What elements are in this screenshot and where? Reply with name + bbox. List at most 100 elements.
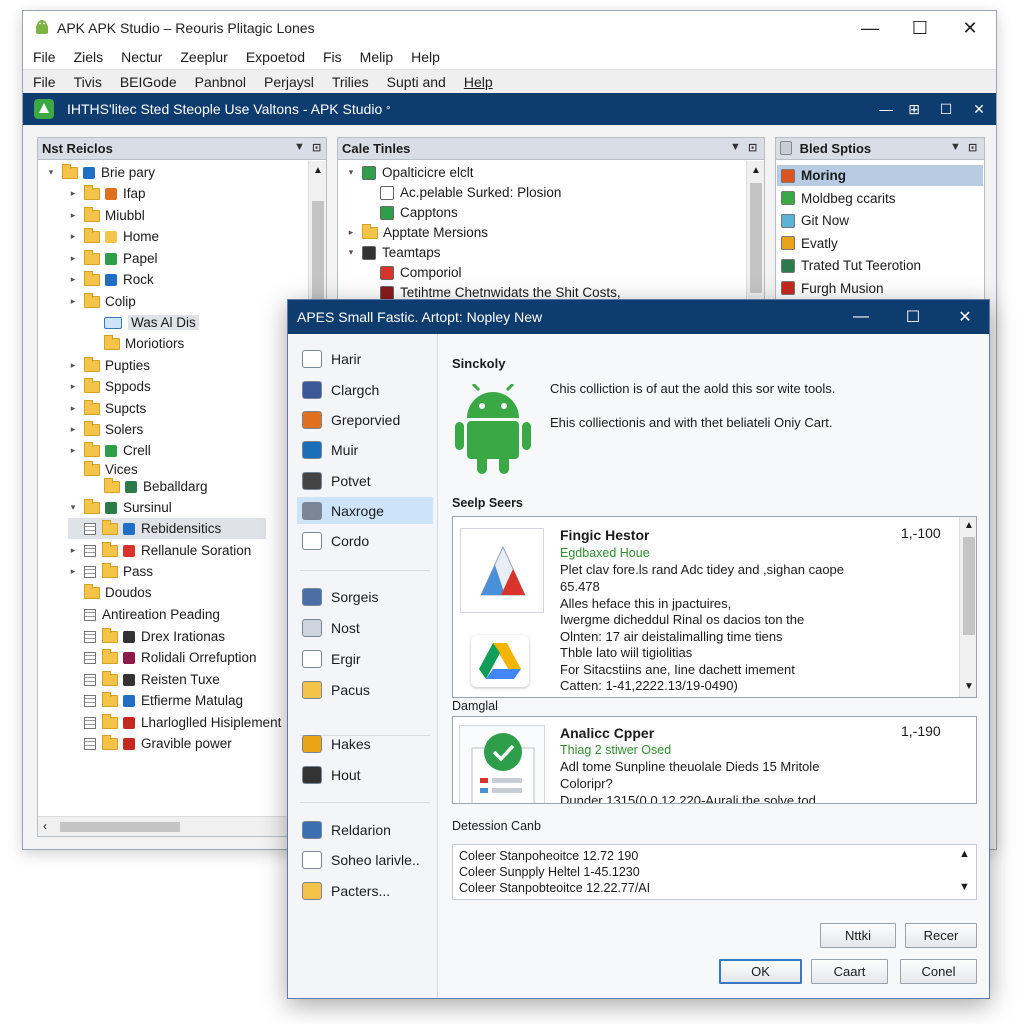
tree-item[interactable]: ▸ Miubbl bbox=[68, 205, 145, 226]
sidebar-item[interactable]: Cordo bbox=[297, 527, 433, 554]
sidebar-item[interactable]: Naxroge bbox=[297, 497, 433, 524]
pin-icon[interactable]: ⊡ bbox=[312, 141, 321, 154]
expand-arrow-icon[interactable]: ▸ bbox=[68, 210, 78, 221]
sidebar-item[interactable]: Pacters... bbox=[297, 877, 433, 904]
dialog-maximize-button[interactable]: ☐ bbox=[888, 300, 938, 334]
tree-item[interactable]: Drex Irationas bbox=[68, 626, 225, 647]
result-card[interactable]: Analicc Cpper Thiag 2 stiwer Osed Adl to… bbox=[452, 716, 977, 804]
tree-item[interactable]: ▸ Crell bbox=[68, 440, 151, 461]
menu-item[interactable]: Supti and bbox=[387, 74, 446, 90]
expand-arrow-icon[interactable]: ▸ bbox=[68, 253, 78, 264]
menu-item[interactable]: Zeeplur bbox=[180, 49, 227, 65]
menu-item[interactable]: Help bbox=[464, 74, 493, 90]
tree-item[interactable]: Rebidensitics bbox=[68, 518, 266, 539]
dialog-close-button[interactable]: ✕ bbox=[940, 300, 990, 334]
pin-icon[interactable]: ⊡ bbox=[748, 141, 757, 154]
collapse-arrow-icon[interactable]: ▾ bbox=[68, 502, 78, 513]
horizontal-scrollbar[interactable]: ‹ › bbox=[38, 816, 308, 836]
menu-item[interactable]: Ziels bbox=[74, 49, 104, 65]
expand-arrow-icon[interactable]: ▸ bbox=[68, 188, 78, 199]
secondary-button[interactable]: Nttki bbox=[820, 923, 896, 948]
scroll-up-icon[interactable]: ▲ bbox=[964, 520, 974, 531]
sidebar-item[interactable]: Harir bbox=[297, 345, 433, 372]
vertical-scrollbar[interactable]: ▲ ▼ bbox=[959, 517, 976, 697]
menu-item[interactable]: Nectur bbox=[121, 49, 162, 65]
inner-maximize-button[interactable]: ☐ bbox=[930, 93, 962, 125]
menu-item[interactable]: Fis bbox=[323, 49, 342, 65]
cancel-button[interactable]: Conel bbox=[900, 959, 977, 984]
sidebar-item[interactable]: Hout bbox=[297, 761, 433, 788]
sidebar-item[interactable]: Hakes bbox=[297, 730, 433, 757]
expand-arrow-icon[interactable]: ▸ bbox=[68, 231, 78, 242]
tree-item[interactable]: Doudos bbox=[68, 582, 152, 603]
build-option-item[interactable]: Moring bbox=[777, 165, 983, 186]
cart-button[interactable]: Caart bbox=[811, 959, 888, 984]
scroll-thumb[interactable] bbox=[750, 183, 762, 293]
tree-item[interactable]: Lharloglled Hisiplement bbox=[68, 712, 281, 733]
expand-arrow-icon[interactable]: ▸ bbox=[68, 274, 78, 285]
tree-item[interactable]: ▸ Rellanule Soration bbox=[68, 540, 251, 561]
menu-item[interactable]: Expoetod bbox=[246, 49, 305, 65]
scroll-thumb[interactable] bbox=[60, 822, 180, 832]
close-button[interactable]: ✕ bbox=[945, 11, 995, 45]
scroll-up-icon[interactable]: ▲ bbox=[751, 165, 761, 176]
sidebar-item[interactable]: Ergir bbox=[297, 645, 433, 672]
tree-item[interactable]: Rolidali Orrefuption bbox=[68, 647, 257, 668]
expand-arrow-icon[interactable]: ▸ bbox=[68, 545, 78, 556]
collapse-arrow-icon[interactable]: ▾ bbox=[346, 247, 356, 258]
menu-item[interactable]: Panbnol bbox=[195, 74, 246, 90]
menu-item[interactable]: File bbox=[33, 49, 56, 65]
minimize-button[interactable]: — bbox=[845, 11, 895, 45]
pin-icon[interactable]: ⊡ bbox=[968, 141, 977, 154]
tree-item[interactable]: Antireation Peading bbox=[68, 604, 220, 625]
scroll-down-icon[interactable]: ▼ bbox=[959, 881, 970, 893]
tree-item[interactable]: ▸ Apptate Mersions bbox=[346, 222, 488, 243]
maximize-button[interactable]: ☐ bbox=[895, 11, 945, 45]
expand-arrow-icon[interactable]: ▸ bbox=[68, 296, 78, 307]
tree-item[interactable]: ▸ Papel bbox=[68, 248, 158, 269]
tree-item[interactable]: Capptons bbox=[364, 202, 458, 223]
dropdown-icon[interactable]: ▼ bbox=[730, 141, 741, 153]
sidebar-item[interactable]: Reldarion bbox=[297, 816, 433, 843]
build-option-item[interactable]: Git Now bbox=[777, 210, 983, 231]
build-option-item[interactable]: Evatly bbox=[777, 233, 983, 254]
expand-arrow-icon[interactable]: ▸ bbox=[68, 403, 78, 414]
expand-arrow-icon[interactable]: ▸ bbox=[68, 445, 78, 456]
sidebar-item[interactable]: Sorgeis bbox=[297, 583, 433, 610]
detection-list[interactable]: Coleer Stanpoheoitce 12.72 190 Coleer Su… bbox=[452, 844, 977, 900]
tree-item[interactable]: Moriotiors bbox=[88, 333, 184, 354]
sidebar-item[interactable]: Clargch bbox=[297, 376, 433, 403]
tree-item[interactable]: ▸ Sppods bbox=[68, 376, 151, 397]
tree-item[interactable]: ▸ Supcts bbox=[68, 398, 146, 419]
tree-item[interactable]: ▸ Pass bbox=[68, 561, 153, 582]
tree-item[interactable]: ▾ Opalticicre elclt bbox=[346, 162, 474, 183]
tree-item[interactable]: Comporiol bbox=[364, 262, 462, 283]
tree-item[interactable]: ▸ Solers bbox=[68, 419, 143, 440]
vertical-scrollbar[interactable]: ▲ bbox=[746, 161, 764, 301]
sidebar-item[interactable]: Soheo larivle.. bbox=[297, 846, 433, 873]
menu-item[interactable]: File bbox=[33, 74, 56, 90]
tree-item[interactable]: ▸ Pupties bbox=[68, 355, 150, 376]
tree-item[interactable]: Ac.pelable Surked: Plosion bbox=[364, 182, 561, 203]
tree-item[interactable]: Etfierme Matulag bbox=[68, 690, 243, 711]
sidebar-item[interactable]: Nost bbox=[297, 614, 433, 641]
ok-button[interactable]: OK bbox=[719, 959, 802, 984]
expand-arrow-icon[interactable]: ▸ bbox=[346, 227, 356, 238]
scroll-up-icon[interactable]: ▲ bbox=[313, 165, 323, 176]
collapse-arrow-icon[interactable]: ▾ bbox=[46, 167, 56, 178]
tree-item[interactable]: Gravible power bbox=[68, 733, 232, 754]
scroll-down-icon[interactable]: ▼ bbox=[964, 681, 974, 692]
expand-arrow-icon[interactable]: ▸ bbox=[68, 566, 78, 577]
inner-close-button[interactable]: ✕ bbox=[963, 93, 995, 125]
menu-item[interactable]: Trilies bbox=[332, 74, 369, 90]
tree-item[interactable]: ▸ Colip bbox=[68, 291, 136, 312]
menu-item[interactable]: Perjaysl bbox=[264, 74, 314, 90]
inner-pin-button[interactable]: ⊞ bbox=[898, 93, 930, 125]
dialog-minimize-button[interactable]: — bbox=[836, 300, 886, 334]
sidebar-item[interactable]: Greporvied bbox=[297, 406, 433, 433]
build-option-item[interactable]: Trated Tut Teerotion bbox=[777, 255, 983, 276]
tree-item[interactable]: Reisten Tuxe bbox=[68, 669, 220, 690]
result-card[interactable]: Fingic Hestor Egdbaxed Houe Plet clav fo… bbox=[452, 516, 977, 698]
secondary-button[interactable]: Recer bbox=[905, 923, 977, 948]
tree-item[interactable]: ▾ Sursinul bbox=[68, 497, 172, 518]
